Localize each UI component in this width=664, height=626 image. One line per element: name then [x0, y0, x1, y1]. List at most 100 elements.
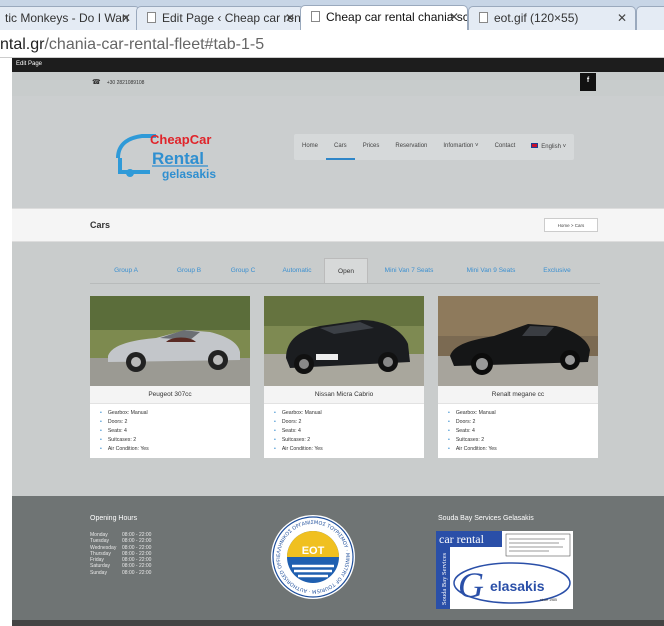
phone-icon: ☎ — [92, 79, 101, 86]
document-icon — [311, 11, 320, 22]
hours-time: 08:00 - 22:00 — [122, 550, 152, 557]
car-photo-nissan — [264, 296, 424, 386]
opening-hours-title: Opening Hours — [90, 515, 138, 522]
phone-number: ☎ +30 2821089108 — [92, 78, 144, 86]
tab-3-title: Cheap car rental chania sc — [326, 10, 468, 24]
car-photo-renault — [438, 296, 598, 386]
admin-bar: Edit Page — [12, 58, 664, 72]
edit-page-link[interactable]: Edit Page — [16, 61, 42, 67]
nav-item-0[interactable]: Home — [294, 134, 326, 160]
hours-time: 08:00 - 22:00 — [122, 538, 152, 545]
nav-item-label: Cars — [334, 143, 347, 149]
hours-time: 08:00 - 22:00 — [122, 532, 152, 538]
logo-text-rental: Rental — [152, 149, 204, 168]
tab-close-icon[interactable]: ✕ — [121, 11, 131, 25]
fleet-tab-7[interactable]: Exclusive — [532, 258, 582, 284]
nav-item-1[interactable]: Cars — [326, 134, 355, 160]
nav-item-6[interactable]: English ˅ — [523, 134, 574, 160]
spec-air-condition: Air Condition: Yes — [274, 446, 323, 455]
breadcrumb[interactable]: Home > Cars — [544, 218, 598, 232]
car-name: Renalt megane cc — [438, 386, 598, 404]
hours-time: 08:00 - 22:00 — [122, 569, 152, 576]
nav-item-label: Contact — [494, 143, 516, 149]
document-icon — [479, 12, 488, 23]
page-title: Cars — [90, 220, 111, 230]
url-host: ntal.gr — [0, 36, 45, 53]
tab-close-icon[interactable]: ✕ — [285, 11, 295, 25]
browser-tab-1[interactable]: tic Monkeys - Do I Wan ✕ — [0, 6, 140, 30]
souda-bay-services-logo: car rental Souda Bay Services G elasakis… — [436, 531, 573, 609]
nav-item-2[interactable]: Prices — [355, 134, 388, 160]
spec-seats: Seats: 4 — [448, 428, 497, 437]
nav-item-label: Reservation — [395, 143, 428, 149]
document-icon — [147, 12, 156, 23]
nav-item-label: Home — [302, 143, 319, 149]
spec-doors: Doors: 2 — [448, 419, 497, 428]
tab-1-title: tic Monkeys - Do I Wan — [5, 11, 129, 25]
browser-tab-strip: tic Monkeys - Do I Wan ✕ Edit Page ‹ Che… — [0, 0, 664, 31]
site-footer: Opening Hours Monday 08:00 - 22:00 Tuesday… — [12, 496, 664, 626]
spec-air-condition: Air Condition: Yes — [100, 446, 149, 455]
spec-gearbox: Gearbox: Manual — [448, 410, 497, 419]
car-card-renault[interactable]: Renalt megane cc Gearbox: Manual Doors: … — [438, 296, 598, 458]
car-specs: Gearbox: Manual Doors: 2 Seats: 4 Suitca… — [100, 410, 149, 455]
nav-item-label: English ˅ — [541, 144, 567, 150]
page-title-bar: Cars Home > Cars — [12, 208, 664, 242]
tab-4-title: eot.gif (120×55) — [494, 11, 579, 25]
spec-suitcases: Suitcases: 2 — [100, 437, 149, 446]
address-bar[interactable]: ntal.gr/chania-car-rental-fleet#tab-1-5 — [0, 30, 664, 58]
logo-car-body — [118, 158, 150, 174]
car-specs: Gearbox: Manual Doors: 2 Seats: 4 Suitca… — [274, 410, 323, 455]
webpage: Edit Page ☎ +30 2821089108 f CheapCar Ren… — [12, 58, 664, 626]
tab-close-icon[interactable]: ✕ — [617, 11, 627, 25]
main-navigation: Home Cars Prices Reservation Infomartion ˅ Co… — [294, 134, 575, 160]
car-name: Nissan Micra Cabrio — [264, 386, 424, 404]
car-card-nissan[interactable]: Nissan Micra Cabrio Gearbox: Manual Door… — [264, 296, 424, 458]
tab-2-title: Edit Page ‹ Cheap car rent — [162, 11, 304, 25]
browser-tab-4[interactable]: eot.gif (120×55) ✕ — [468, 6, 636, 30]
opening-hours-list: Monday 08:00 - 22:00 Tuesday 08:00 - 22:00 W… — [90, 532, 151, 576]
hours-time: 08:00 - 22:00 — [122, 563, 152, 570]
spec-doors: Doors: 2 — [100, 419, 149, 428]
facebook-icon[interactable]: f — [580, 73, 596, 91]
logo-since-text: since 1985 — [540, 598, 557, 602]
logo-brand-text: elasakis — [490, 578, 545, 594]
car-card-peugeot[interactable]: Peugeot 307cc Gearbox: Manual Doors: 2 S… — [90, 296, 250, 458]
tab-close-icon[interactable]: ✕ — [449, 10, 459, 24]
fleet-tab-4[interactable]: Open — [324, 258, 368, 284]
logo-text-cheap: CheapCar — [150, 132, 211, 147]
url-path: /chania-car-rental-fleet#tab-1-5 — [44, 36, 265, 53]
car-specs: Gearbox: Manual Doors: 2 Seats: 4 Suitca… — [448, 410, 497, 455]
nav-item-4[interactable]: Infomartion ˅ — [435, 134, 486, 160]
nav-item-3[interactable]: Reservation — [387, 134, 435, 160]
spec-seats: Seats: 4 — [274, 428, 323, 437]
spec-gearbox: Gearbox: Manual — [274, 410, 323, 419]
fleet-tab-1[interactable]: Group B — [162, 258, 216, 284]
fleet-tab-5[interactable]: Mini Van 7 Seats — [368, 258, 450, 284]
spec-gearbox: Gearbox: Manual — [100, 410, 149, 419]
browser-tab-2[interactable]: Edit Page ‹ Cheap car rent ✕ — [136, 6, 304, 30]
browser-tab-3[interactable]: Cheap car rental chania sc ✕ — [300, 5, 468, 31]
nav-item-label: Prices — [362, 143, 380, 149]
site-header: CheapCar Rental gelasakis Home Cars Prices… — [12, 96, 664, 208]
hours-day: Sunday — [90, 569, 107, 576]
spec-suitcases: Suitcases: 2 — [274, 437, 323, 446]
phone-text: +30 2821089108 — [106, 80, 145, 86]
new-tab-button[interactable] — [636, 6, 664, 30]
hours-time: 08:00 - 22:00 — [122, 557, 152, 564]
nav-item-5[interactable]: Contact — [487, 134, 524, 160]
fleet-tab-2[interactable]: Group C — [216, 258, 270, 284]
spec-air-condition: Air Condition: Yes — [448, 446, 497, 455]
fleet-tab-0[interactable]: Group A — [90, 258, 162, 284]
svg-text:G: G — [458, 565, 484, 605]
fleet-tab-3[interactable]: Automatic — [270, 258, 324, 284]
uk-flag-icon — [531, 143, 539, 148]
hours-row: Sunday 08:00 - 22:00 — [90, 570, 151, 576]
cheap-car-rental-logo[interactable]: CheapCar Rental gelasakis — [116, 128, 228, 182]
logo-side-text: Souda Bay Services — [441, 553, 448, 605]
fleet-tab-6[interactable]: Mini Van 9 Seats — [450, 258, 532, 284]
services-title: Souda Bay Services Gelasakis — [438, 515, 534, 522]
fleet-tabs: Group A Group B Group C Automatic Open Mini V… — [12, 258, 664, 284]
footer-bottom-bar — [12, 620, 664, 626]
logo-text-gelasakis: gelasakis — [162, 167, 216, 181]
